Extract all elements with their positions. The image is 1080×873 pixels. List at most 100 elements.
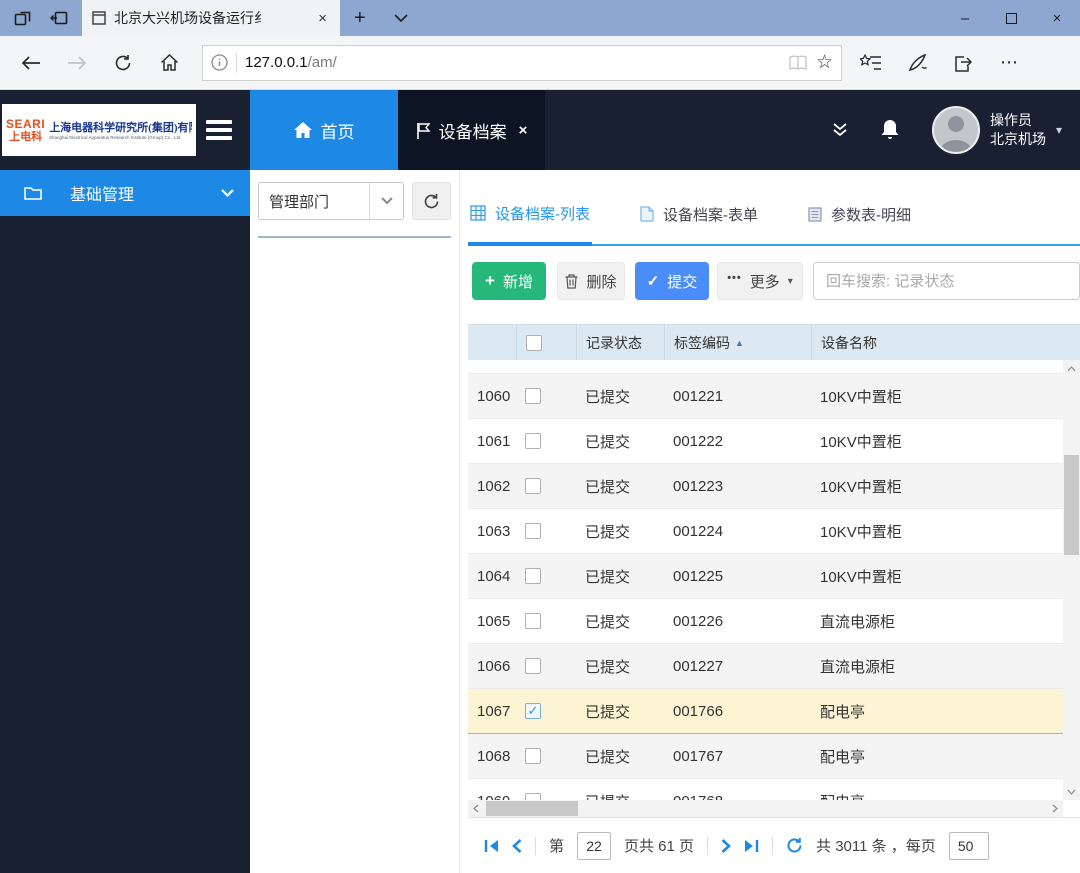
department-select[interactable]: 管理部门: [258, 182, 405, 220]
first-page-icon[interactable]: [484, 839, 499, 853]
hamburger-menu-icon[interactable]: [206, 116, 232, 144]
row-checkbox[interactable]: [525, 523, 541, 539]
back-icon[interactable]: [10, 43, 52, 83]
delete-button[interactable]: 删除: [557, 262, 625, 300]
nav-tab-device-archive[interactable]: 设备档案 ×: [398, 90, 545, 170]
row-number: 1061: [477, 432, 511, 450]
row-checkbox[interactable]: [525, 478, 541, 494]
row-checkbox-cell[interactable]: [516, 433, 576, 449]
new-tab-button[interactable]: +: [340, 0, 380, 36]
row-checkbox-cell[interactable]: [516, 568, 576, 584]
horizontal-scrollbar[interactable]: [468, 800, 1063, 817]
row-checkbox[interactable]: [525, 568, 541, 584]
row-checkbox-cell[interactable]: [516, 478, 576, 494]
company-name-en: Shanghai Electrical Apparatus Research I…: [49, 135, 181, 141]
page-number-input[interactable]: [577, 831, 612, 860]
header-checkbox[interactable]: [516, 325, 576, 360]
reading-view-icon[interactable]: [788, 55, 808, 71]
add-button[interactable]: + 新增: [472, 262, 546, 300]
table-row[interactable]: 1062 已提交 001223 10KV中置柜: [468, 464, 1063, 509]
tab-device-form[interactable]: 设备档案-表单: [638, 184, 760, 244]
row-number: 1063: [477, 522, 511, 540]
browser-toolbar: 127.0.0.1/am/ ☆ ⋯: [0, 36, 1080, 90]
row-checkbox[interactable]: [525, 793, 541, 800]
table-row[interactable]: 1060 已提交 001221 10KV中置柜: [468, 374, 1063, 419]
table-row[interactable]: 1065 已提交 001226 直流电源柜: [468, 599, 1063, 644]
favorite-star-icon[interactable]: ☆: [816, 53, 833, 72]
pager-refresh-icon[interactable]: [786, 837, 803, 854]
page-label-suffix: 页共 61 页: [624, 838, 695, 855]
row-checkbox-cell[interactable]: [516, 658, 576, 674]
grid-panel: 设备档案-列表 设备档案-表单 参数表-明细 + 新增 删除 ✓ 提交 ••• …: [460, 170, 1080, 873]
row-checkbox[interactable]: [525, 433, 541, 449]
sidebar-item-basic-management[interactable]: 基础管理: [0, 170, 250, 216]
header-record-status[interactable]: 记录状态: [576, 325, 664, 360]
row-checkbox[interactable]: [525, 388, 541, 404]
tab-parameter-detail[interactable]: 参数表-明细: [806, 184, 913, 244]
next-page-icon[interactable]: [721, 838, 731, 853]
vertical-scroll-thumb[interactable]: [1064, 455, 1079, 555]
tab-close-icon[interactable]: ×: [315, 10, 330, 27]
more-button[interactable]: ••• 更多 ▾: [717, 262, 803, 300]
tab-preview-icon[interactable]: [12, 7, 34, 29]
nav-tab-home[interactable]: 首页: [250, 90, 398, 170]
row-checkbox-cell[interactable]: [516, 523, 576, 539]
scroll-down-icon[interactable]: [1063, 783, 1080, 800]
more-menu-icon[interactable]: ⋯: [1000, 52, 1019, 73]
close-tab-icon[interactable]: ×: [519, 122, 528, 139]
header-tag-code[interactable]: 标签编码 ▲: [664, 325, 811, 360]
table-row[interactable]: 1064 已提交 001225 10KV中置柜: [468, 554, 1063, 599]
horizontal-scroll-thumb[interactable]: [486, 801, 578, 816]
table-row[interactable]: 1069 已提交 001768 配电亭: [468, 779, 1063, 800]
row-checkbox-cell[interactable]: [516, 388, 576, 404]
notification-bell-icon[interactable]: [880, 119, 900, 141]
table-row[interactable]: 1066 已提交 001227 直流电源柜: [468, 644, 1063, 689]
submit-button[interactable]: ✓ 提交: [635, 262, 709, 300]
set-tabs-aside-icon[interactable]: [48, 7, 70, 29]
last-page-icon[interactable]: [744, 839, 759, 853]
home-icon[interactable]: [148, 43, 190, 83]
prev-page-icon[interactable]: [512, 838, 522, 853]
favorites-hub-icon[interactable]: [860, 53, 882, 72]
scroll-left-icon[interactable]: [468, 804, 484, 813]
site-info-icon[interactable]: [211, 54, 228, 71]
collapse-tabs-icon[interactable]: [832, 123, 848, 137]
address-bar[interactable]: 127.0.0.1/am/ ☆: [202, 44, 842, 81]
row-checkbox[interactable]: [525, 748, 541, 764]
tab-device-list[interactable]: 设备档案-列表: [468, 184, 592, 246]
row-checkbox-cell[interactable]: ✓: [516, 703, 576, 719]
scroll-up-icon[interactable]: [1063, 360, 1080, 377]
row-checkbox-cell[interactable]: [516, 793, 576, 800]
scroll-right-icon[interactable]: [1047, 804, 1063, 813]
forward-icon[interactable]: [56, 43, 98, 83]
row-checkbox[interactable]: [525, 613, 541, 629]
row-checkbox-cell[interactable]: [516, 613, 576, 629]
table-row[interactable]: 1067 ✓ 已提交 001766 配电亭: [468, 689, 1063, 734]
window-maximize-button[interactable]: [988, 0, 1034, 36]
window-minimize-button[interactable]: –: [942, 0, 988, 36]
share-icon[interactable]: [954, 54, 974, 72]
row-checkbox[interactable]: ✓: [525, 703, 541, 719]
table-row[interactable]: 1063 已提交 001224 10KV中置柜: [468, 509, 1063, 554]
refresh-icon[interactable]: [102, 43, 144, 83]
vertical-scrollbar[interactable]: [1063, 360, 1080, 800]
tab-list-icon[interactable]: [380, 0, 422, 36]
annotate-pen-icon[interactable]: [908, 53, 928, 72]
header-device-name[interactable]: 设备名称: [811, 325, 1080, 360]
company-name-cn: 上海电器科学研究所(集团)有限公司: [49, 122, 192, 134]
table-header: 记录状态 标签编码 ▲ 设备名称: [468, 324, 1080, 360]
search-input[interactable]: [813, 262, 1080, 300]
row-checkbox-cell[interactable]: [516, 748, 576, 764]
cell-device-name: 10KV中置柜: [820, 433, 902, 451]
table-row[interactable]: 1059 已提交 001220 10KV中置柜: [468, 360, 1063, 374]
browser-tab[interactable]: 北京大兴机场设备运行纟 ×: [82, 0, 340, 36]
user-menu[interactable]: 操作员 北京机场 ▾: [931, 106, 1062, 154]
tree-refresh-button[interactable]: [412, 182, 451, 220]
table-row[interactable]: 1061 已提交 001222 10KV中置柜: [468, 419, 1063, 464]
row-checkbox[interactable]: [525, 658, 541, 674]
table-row[interactable]: 1068 已提交 001767 配电亭: [468, 734, 1063, 779]
url-text[interactable]: 127.0.0.1/am/: [245, 54, 780, 71]
window-close-button[interactable]: ×: [1034, 0, 1080, 36]
clipped-row: 1069 已提交 001768 配电亭: [468, 779, 1063, 800]
per-page-input[interactable]: [948, 831, 989, 860]
